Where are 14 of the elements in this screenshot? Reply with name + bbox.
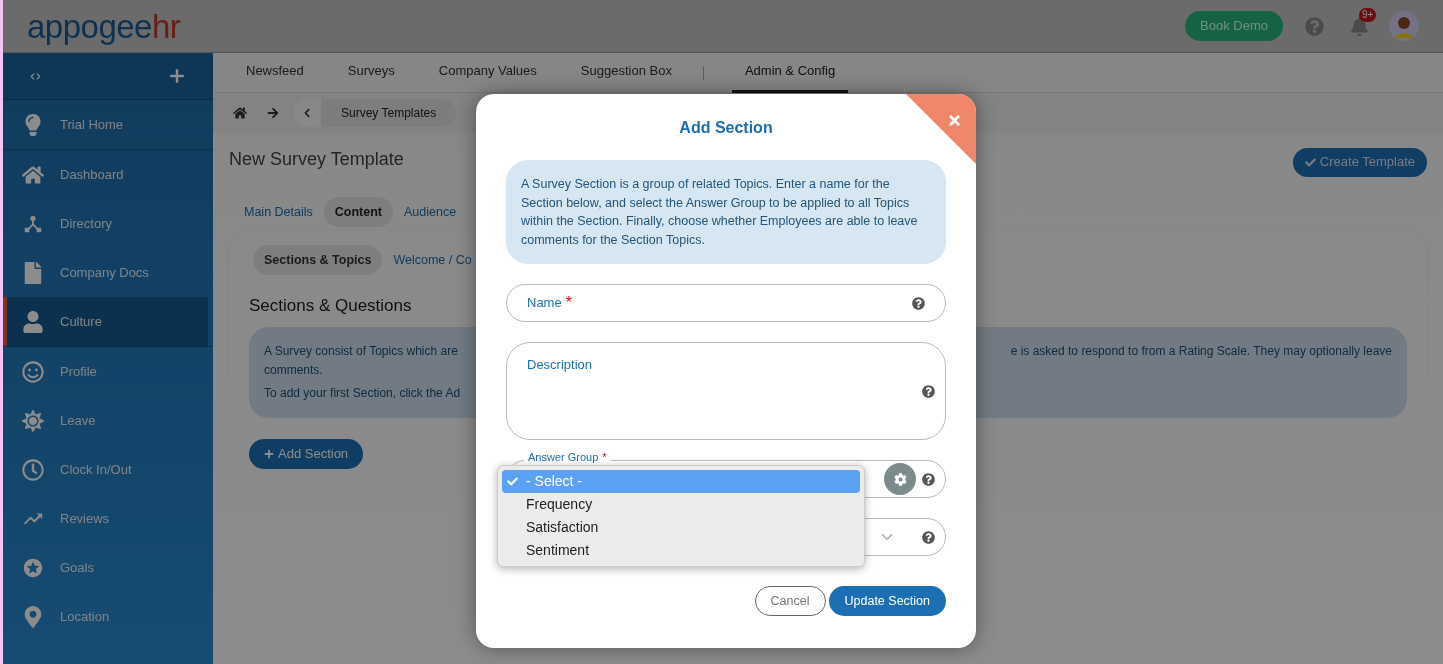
section-heading: Sections & Questions — [249, 295, 412, 317]
notification-badge: 9+ — [1359, 7, 1377, 22]
page-title: New Survey Template — [229, 147, 404, 171]
info-text: comments. — [264, 361, 323, 379]
field-label: Name — [527, 294, 562, 313]
info-text: e is asked to respond to from a Rating Scale. They may optionally leave — [1010, 342, 1392, 360]
dialog-intro: A Survey Section is a group of related Topics. Enter a name for the Section below, and select the Answer Group to be applied to all Topics within the Section. Finally, choose whether Employees are able to leave comments for the Section Topics. — [506, 160, 946, 264]
field-label: Answer Group — [528, 451, 599, 464]
field-label: Description — [527, 356, 594, 374]
required-mark: * — [565, 293, 572, 313]
info-text: A Survey consist of Topics which are — [264, 342, 458, 360]
dialog-title: Add Section — [678, 118, 774, 138]
info-text: To add your first Section, click the Ad — [264, 384, 461, 402]
required-mark: * — [602, 451, 607, 464]
